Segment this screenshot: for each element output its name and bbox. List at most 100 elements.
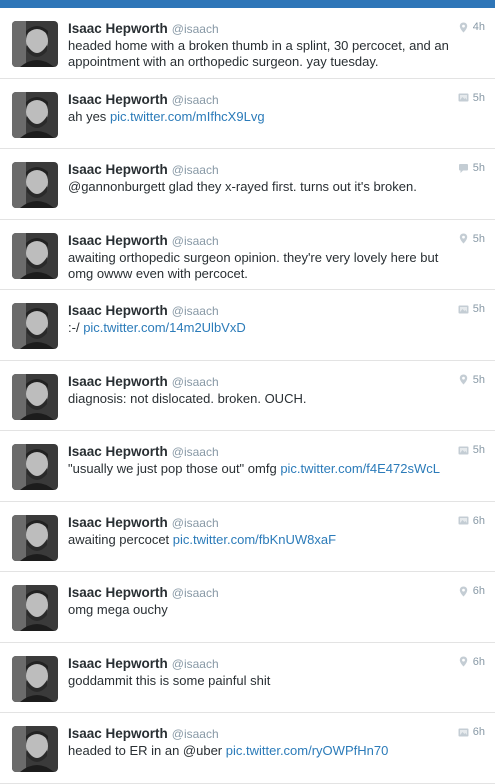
author-handle[interactable]: @isaach <box>172 657 219 671</box>
tweet[interactable]: Isaac Hepworth @isaach :-/ pic.twitter.co… <box>0 290 495 361</box>
author-handle[interactable]: @isaach <box>172 445 219 459</box>
tweet-meta: 5h <box>458 444 485 456</box>
avatar[interactable] <box>12 514 58 561</box>
tweet-author[interactable]: Isaac Hepworth @isaach <box>68 444 219 459</box>
tweet-body: awaiting percocet <box>68 531 170 547</box>
author-handle[interactable]: @isaach <box>172 234 219 248</box>
tweet-body: headed to ER in an @uber <box>68 743 223 758</box>
tweet-meta: 6h <box>458 585 485 597</box>
tweet-body: diagnosis: not dislocated. broken. OUCH. <box>68 390 307 406</box>
top-bar <box>0 0 495 8</box>
tweet[interactable]: Isaac Hepworth @isaach awaiting orthopedi… <box>0 220 495 290</box>
location-pin-icon <box>458 374 469 385</box>
tweet-feed: Isaac Hepworth @isaach headed home with a… <box>0 8 495 784</box>
avatar[interactable] <box>12 232 58 279</box>
tweet-text: omg mega ouchy <box>68 602 451 618</box>
avatar[interactable] <box>12 303 58 349</box>
tweet-time[interactable]: 4h <box>473 21 485 33</box>
author-name[interactable]: Isaac Hepworth <box>68 374 168 389</box>
tweet-author[interactable]: Isaac Hepworth @isaach <box>68 233 219 248</box>
tweet-link[interactable]: pic.twitter.com/ryOWPfHn70 <box>226 743 389 758</box>
tweet-author[interactable]: Isaac Hepworth @isaach <box>68 656 219 671</box>
author-name[interactable]: Isaac Hepworth <box>68 233 168 248</box>
tweet[interactable]: Isaac Hepworth @isaach headed to ER in an… <box>0 713 495 784</box>
author-name[interactable]: Isaac Hepworth <box>68 726 168 741</box>
avatar[interactable] <box>12 585 58 631</box>
tweet-author[interactable]: Isaac Hepworth @isaach <box>68 726 219 741</box>
avatar[interactable] <box>12 162 58 208</box>
tweet[interactable]: Isaac Hepworth @isaach diagnosis: not dis… <box>0 361 495 431</box>
tweet-body: awaiting orthopedic surgeon opinion. the… <box>68 249 439 281</box>
tweet-link[interactable]: pic.twitter.com/fbKnUW8xaF <box>173 532 336 547</box>
conversation-icon <box>458 163 469 174</box>
tweet-text: goddammit this is some painful shit <box>68 673 451 689</box>
author-handle[interactable]: @isaach <box>172 163 219 177</box>
photo-icon <box>458 92 469 103</box>
tweet-body: :-/ <box>68 320 80 335</box>
tweet[interactable]: Isaac Hepworth @isaach goddammit this is … <box>0 643 495 713</box>
author-handle[interactable]: @isaach <box>172 516 219 530</box>
tweet-text: headed to ER in an @uber pic.twitter.com… <box>68 743 451 759</box>
author-name[interactable]: Isaac Hepworth <box>68 585 168 600</box>
author-handle[interactable]: @isaach <box>172 304 219 318</box>
tweet-link[interactable]: pic.twitter.com/14m2UlbVxD <box>83 320 246 335</box>
tweet-author[interactable]: Isaac Hepworth @isaach <box>68 92 219 107</box>
tweet-author[interactable]: Isaac Hepworth @isaach <box>68 374 219 389</box>
tweet-text: :-/ pic.twitter.com/14m2UlbVxD <box>68 320 451 336</box>
tweet-meta: 6h <box>458 656 485 668</box>
tweet-time[interactable]: 5h <box>473 374 485 386</box>
tweet-text: ah yes pic.twitter.com/mIfhcX9Lvg <box>68 109 451 125</box>
location-pin-icon <box>458 22 469 33</box>
author-name[interactable]: Isaac Hepworth <box>68 162 168 177</box>
author-handle[interactable]: @isaach <box>172 93 219 107</box>
author-name[interactable]: Isaac Hepworth <box>68 303 168 318</box>
tweet-meta: 5h <box>458 162 485 174</box>
tweet[interactable]: Isaac Hepworth @isaach "usually we just p… <box>0 431 495 502</box>
tweet-text: diagnosis: not dislocated. broken. OUCH. <box>68 391 451 407</box>
location-pin-icon <box>458 586 469 597</box>
tweet-time[interactable]: 6h <box>473 656 485 668</box>
tweet-body: ah yes <box>68 108 107 124</box>
author-name[interactable]: Isaac Hepworth <box>68 656 168 671</box>
avatar[interactable] <box>12 373 58 420</box>
author-handle[interactable]: @isaach <box>172 22 219 36</box>
tweet-time[interactable]: 5h <box>473 162 485 174</box>
avatar[interactable] <box>12 91 58 138</box>
tweet-author[interactable]: Isaac Hepworth @isaach <box>68 303 219 318</box>
tweet-author[interactable]: Isaac Hepworth @isaach <box>68 585 219 600</box>
tweet[interactable]: Isaac Hepworth @isaach @gannonburgett gla… <box>0 149 495 220</box>
avatar[interactable] <box>12 726 58 772</box>
author-name[interactable]: Isaac Hepworth <box>68 21 168 36</box>
avatar[interactable] <box>12 655 58 702</box>
tweet-time[interactable]: 5h <box>473 303 485 315</box>
tweet-time[interactable]: 5h <box>473 92 485 104</box>
tweet[interactable]: Isaac Hepworth @isaach awaiting percocet … <box>0 502 495 572</box>
author-name[interactable]: Isaac Hepworth <box>68 515 168 530</box>
avatar[interactable] <box>12 444 58 490</box>
location-pin-icon <box>458 233 469 244</box>
tweet-link[interactable]: pic.twitter.com/f4E472sWcL <box>280 461 440 476</box>
tweet-link[interactable]: pic.twitter.com/mIfhcX9Lvg <box>110 109 265 124</box>
tweet-text: awaiting orthopedic surgeon opinion. the… <box>68 250 451 282</box>
tweet[interactable]: Isaac Hepworth @isaach headed home with a… <box>0 8 495 79</box>
author-name[interactable]: Isaac Hepworth <box>68 444 168 459</box>
tweet-time[interactable]: 5h <box>473 233 485 245</box>
tweet-body: @gannonburgett glad they x-rayed first. … <box>68 179 417 194</box>
author-handle[interactable]: @isaach <box>172 586 219 600</box>
tweet-body: headed home with a broken thumb in a spl… <box>68 38 449 69</box>
tweet-time[interactable]: 5h <box>473 444 485 456</box>
tweet-time[interactable]: 6h <box>473 726 485 738</box>
author-handle[interactable]: @isaach <box>172 375 219 389</box>
author-handle[interactable]: @isaach <box>172 727 219 741</box>
tweet-author[interactable]: Isaac Hepworth @isaach <box>68 162 219 177</box>
tweet-text: "usually we just pop those out" omfg pic… <box>68 461 451 477</box>
avatar[interactable] <box>12 21 58 67</box>
tweet-time[interactable]: 6h <box>473 515 485 527</box>
author-name[interactable]: Isaac Hepworth <box>68 92 168 107</box>
tweet-time[interactable]: 6h <box>473 585 485 597</box>
tweet-meta: 5h <box>458 303 485 315</box>
tweet[interactable]: Isaac Hepworth @isaach omg mega ouchy 6h <box>0 572 495 643</box>
tweet[interactable]: Isaac Hepworth @isaach ah yes pic.twitter… <box>0 79 495 149</box>
tweet-author[interactable]: Isaac Hepworth @isaach <box>68 21 219 36</box>
tweet-author[interactable]: Isaac Hepworth @isaach <box>68 515 219 530</box>
